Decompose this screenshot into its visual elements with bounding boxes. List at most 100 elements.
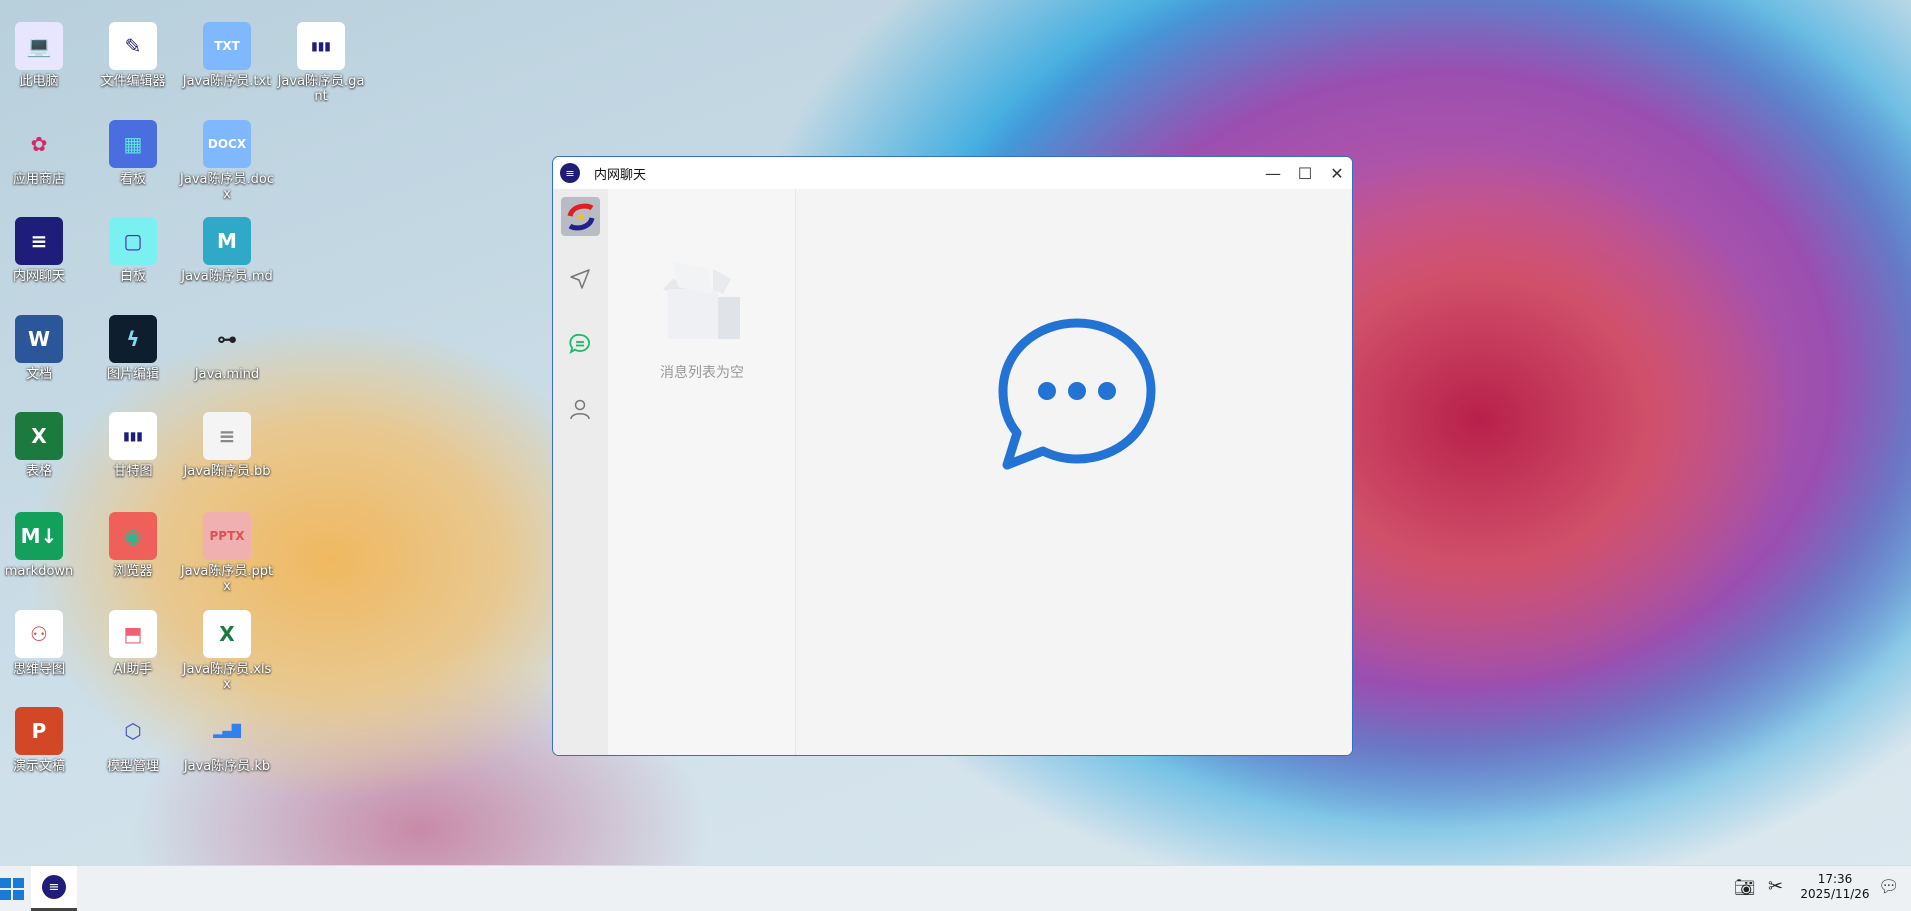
app-icon: ✎ xyxy=(109,22,157,70)
desktop-icon-label: Java陈序员.docx xyxy=(180,172,274,202)
desktop-icon-label: 图片编辑 xyxy=(106,367,159,382)
app-icon: P xyxy=(15,707,63,755)
desktop-icon-label: markdown xyxy=(4,564,74,579)
desktop-icon[interactable]: M↓ markdown xyxy=(0,512,86,579)
desktop-icon-label: 演示文稿 xyxy=(12,759,65,774)
app-icon: ϟ xyxy=(109,315,157,363)
app-icon: W xyxy=(15,315,63,363)
app-icon: M↓ xyxy=(15,512,63,560)
desktop-icon[interactable]: ◉ 浏览器 xyxy=(86,512,180,579)
app-icon: ⬡ xyxy=(124,718,142,743)
desktop-icon[interactable]: ⬡ 模型管理 xyxy=(86,707,180,775)
app-icon: ⚇ xyxy=(15,610,63,658)
desktop-icon[interactable]: PPTX Java陈序员.pptx xyxy=(180,512,274,594)
app-icon: ▂▄█ xyxy=(213,723,241,738)
desktop-icon[interactable]: ▢ 白板 xyxy=(86,217,180,284)
chat-app-icon: ≡ xyxy=(42,875,66,899)
desktop-icon-label: 白板 xyxy=(119,269,146,284)
desktop-icon[interactable]: X 表格 xyxy=(0,412,86,479)
chat-main-area xyxy=(797,189,1352,755)
clock[interactable]: 17:36 2025/11/26 xyxy=(1795,872,1875,902)
app-icon: 💻 xyxy=(15,22,63,70)
desktop-icon-label: 浏览器 xyxy=(113,564,153,579)
desktop-icon[interactable]: P 演示文稿 xyxy=(0,707,86,774)
desktop-icon-label: Java陈序员.md xyxy=(181,269,273,284)
app-icon: ≡ xyxy=(15,217,63,265)
desktop-icon[interactable]: ✿ 应用商店 xyxy=(0,120,86,188)
desktop-icon[interactable]: ⊶ Java.mind xyxy=(180,315,274,383)
desktop-icon[interactable]: ▮▮▮ Java陈序员.gant xyxy=(274,22,368,104)
app-icon: ≡ xyxy=(203,412,251,460)
app-icon: ▦ xyxy=(109,120,157,168)
taskbar-chat-app[interactable]: ≡ xyxy=(31,866,77,911)
title-bar[interactable]: ≡ 内网聊天 — ☐ ✕ xyxy=(553,157,1352,189)
taskbar: ≡ 📷︎ ✂ 17:36 2025/11/26 💬︎ xyxy=(0,865,1911,911)
desktop-icon[interactable]: ▦ 看板 xyxy=(86,120,180,187)
clock-time: 17:36 xyxy=(1817,872,1853,886)
minimize-button[interactable]: — xyxy=(1257,157,1289,189)
app-icon: PPTX xyxy=(203,512,251,560)
desktop-icon-label: Java.mind xyxy=(194,367,260,382)
chat-window: ≡ 内网聊天 — ☐ ✕ 消息列表为空 xyxy=(552,156,1353,756)
clock-date: 2025/11/26 xyxy=(1800,887,1870,901)
app-logo-icon: ≡ xyxy=(560,163,580,183)
desktop-icon-label: 文件编辑器 xyxy=(100,74,166,89)
user-avatar[interactable] xyxy=(561,197,600,236)
desktop-icon[interactable]: ▮▮▮ 甘特图 xyxy=(86,412,180,479)
empty-list-text: 消息列表为空 xyxy=(660,365,744,381)
messages-nav-icon[interactable] xyxy=(568,332,592,360)
desktop-icon[interactable]: TXT Java陈序员.txt xyxy=(180,22,274,89)
desktop-icon[interactable]: ⬒ AI助手 xyxy=(86,610,180,677)
desktop-icon[interactable]: ϟ 图片编辑 xyxy=(86,315,180,382)
desktop-icon[interactable]: ≡ Java陈序员.bb xyxy=(180,412,274,479)
app-icon: X xyxy=(203,610,251,658)
app-icon: M xyxy=(203,217,251,265)
desktop-icon-label: 应用商店 xyxy=(12,172,65,187)
desktop-icon-label: Java陈序员.pptx xyxy=(180,564,274,594)
message-list-panel: 消息列表为空 xyxy=(608,189,796,755)
desktop-icon-label: Java陈序员.gant xyxy=(277,74,365,104)
maximize-button[interactable]: ☐ xyxy=(1289,157,1321,189)
desktop-icon-label: AI助手 xyxy=(113,662,153,677)
send-nav-icon[interactable] xyxy=(568,267,592,295)
desktop-icon-label: 表格 xyxy=(25,464,52,479)
desktop-icon-label: 内网聊天 xyxy=(12,269,65,284)
app-icon: ▮▮▮ xyxy=(297,22,345,70)
app-icon: ⊶ xyxy=(217,326,237,351)
desktop-icon-label: 模型管理 xyxy=(106,759,159,774)
desktop-icon-label: Java陈序员.xlsx xyxy=(182,662,272,692)
desktop-icon[interactable]: X Java陈序员.xlsx xyxy=(180,610,274,692)
desktop-icon[interactable]: ▂▄█ Java陈序员.kb xyxy=(180,707,274,775)
start-button[interactable] xyxy=(0,878,24,900)
close-button[interactable]: ✕ xyxy=(1321,157,1352,189)
desktop-icon[interactable]: M Java陈序员.md xyxy=(180,217,274,284)
desktop-icon-label: 看板 xyxy=(119,172,146,187)
app-icon: ⬒ xyxy=(109,610,157,658)
nav-sidebar xyxy=(553,189,608,755)
notification-icon[interactable]: 💬︎ xyxy=(1878,877,1900,897)
app-icon: ◉ xyxy=(109,512,157,560)
app-icon: ▢ xyxy=(109,217,157,265)
screenshot-icon[interactable]: 📷︎ xyxy=(1734,878,1756,898)
app-icon: ✿ xyxy=(30,131,48,156)
app-icon: X xyxy=(15,412,63,460)
desktop-icon-label: Java陈序员.kb xyxy=(183,759,271,774)
chat-bubble-icon xyxy=(995,317,1159,485)
desktop-icon[interactable]: ≡ 内网聊天 xyxy=(0,217,86,284)
contacts-nav-icon[interactable] xyxy=(568,397,592,425)
desktop-icon-label: 思维导图 xyxy=(12,662,65,677)
desktop-icon[interactable]: ✎ 文件编辑器 xyxy=(86,22,180,89)
app-icon: DOCX xyxy=(203,120,251,168)
scissors-icon[interactable]: ✂ xyxy=(1768,876,1783,897)
window-title: 内网聊天 xyxy=(594,167,647,183)
desktop-icon[interactable]: DOCX Java陈序员.docx xyxy=(180,120,274,202)
desktop-icon[interactable]: ⚇ 思维导图 xyxy=(0,610,86,677)
app-icon: TXT xyxy=(203,22,251,70)
desktop-icon[interactable]: 💻 此电脑 xyxy=(0,22,86,89)
desktop-icon[interactable]: W 文档 xyxy=(0,315,86,382)
app-icon: ▮▮▮ xyxy=(109,412,157,460)
empty-box-icon xyxy=(653,249,748,348)
desktop-icon-label: 此电脑 xyxy=(19,74,59,89)
desktop-icon-label: Java陈序员.txt xyxy=(182,74,272,89)
desktop-icon-label: 甘特图 xyxy=(113,464,153,479)
